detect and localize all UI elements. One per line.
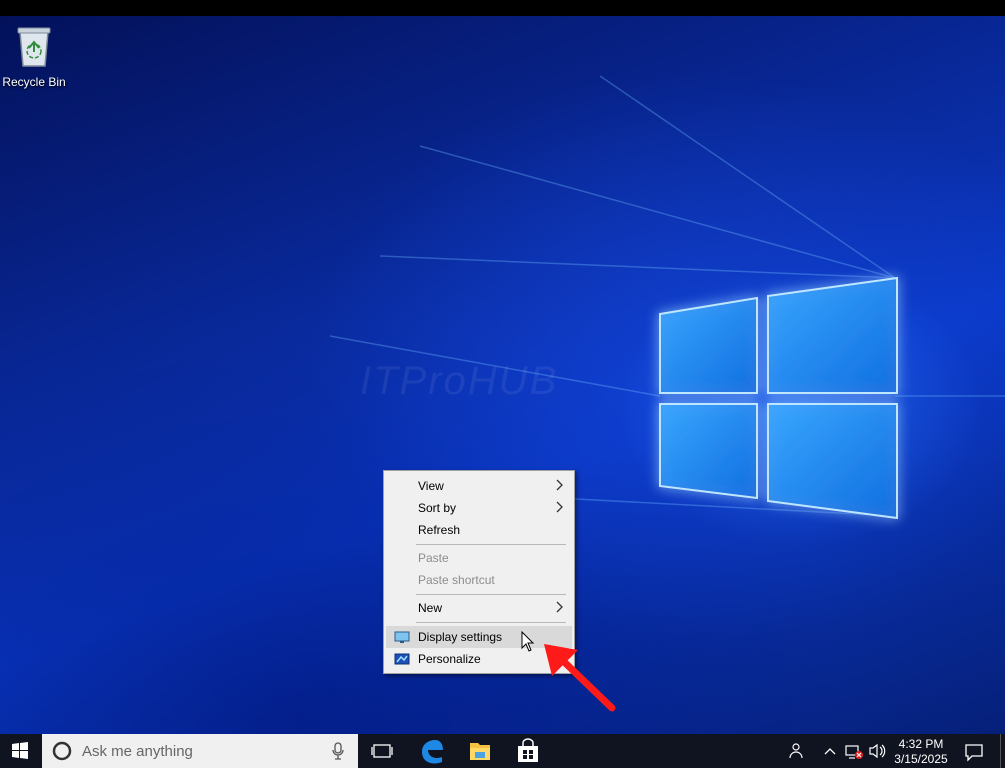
volume-button[interactable] [866, 734, 888, 768]
menu-item-paste-shortcut[interactable]: Paste shortcut [386, 569, 572, 591]
edge-icon [422, 740, 443, 764]
menu-item-label: Personalize [418, 652, 481, 666]
top-black-bar [0, 0, 1005, 16]
network-disconnected-icon [845, 745, 863, 759]
chevron-right-icon [556, 479, 564, 494]
menu-item-sort-by[interactable]: Sort by [386, 497, 572, 519]
edge-button[interactable] [408, 734, 456, 768]
menu-item-label: Paste shortcut [418, 573, 495, 587]
menu-item-view[interactable]: View [386, 475, 572, 497]
store-button[interactable] [504, 734, 552, 768]
menu-item-label: Refresh [418, 523, 461, 537]
recycle-bin-icon [17, 27, 51, 67]
menu-separator [416, 594, 566, 595]
taskbar-clock[interactable]: 4:32 PM 3/15/2025 [888, 737, 954, 767]
menu-separator [416, 622, 566, 623]
clock-time: 4:32 PM [898, 737, 944, 751]
taskbar: Ask me anything 4:32 PM 3/15/2025 [0, 734, 1005, 768]
action-center-button[interactable] [960, 734, 988, 768]
microphone-icon[interactable] [332, 742, 344, 760]
show-hidden-icons-button[interactable] [820, 734, 840, 768]
people-button[interactable] [784, 734, 808, 768]
task-view-icon [371, 744, 393, 758]
menu-item-refresh[interactable]: Refresh [386, 519, 572, 541]
menu-item-label: Display settings [418, 630, 503, 644]
chevron-up-icon [824, 748, 836, 755]
display-icon [394, 630, 410, 647]
windows-start-icon [12, 742, 28, 759]
start-button[interactable] [0, 734, 40, 768]
menu-item-label: New [418, 601, 443, 615]
menu-separator [416, 544, 566, 545]
search-input[interactable]: Ask me anything [82, 743, 193, 760]
menu-item-label: Sort by [418, 501, 457, 515]
task-view-button[interactable] [358, 734, 406, 768]
file-explorer-button[interactable] [456, 734, 504, 768]
clock-date: 3/15/2025 [894, 752, 948, 766]
file-explorer-icon [470, 743, 490, 760]
mouse-pointer-icon [521, 631, 535, 652]
store-icon [518, 738, 538, 762]
wallpaper-watermark: ITProHUB [360, 359, 558, 403]
menu-item-new[interactable]: New [386, 597, 572, 619]
chevron-right-icon [556, 601, 564, 616]
action-center-icon [965, 744, 983, 762]
people-icon [789, 743, 803, 759]
show-desktop-button[interactable] [1000, 734, 1005, 768]
red-annotation-arrow-icon [544, 644, 616, 712]
network-button[interactable] [843, 734, 865, 768]
volume-icon [869, 743, 886, 759]
menu-item-label: Paste [418, 551, 449, 565]
search-box[interactable]: Ask me anything [42, 734, 358, 768]
menu-item-paste[interactable]: Paste [386, 547, 572, 569]
cortana-icon [52, 741, 72, 761]
desktop-icon-label: Recycle Bin [2, 75, 66, 89]
screen: ITProHUB Recycle Bin View Sort by Refres… [0, 0, 1005, 768]
desktop-icon-recycle-bin[interactable]: Recycle Bin [2, 24, 66, 89]
personalize-icon [394, 652, 410, 669]
chevron-right-icon [556, 501, 564, 516]
menu-item-label: View [418, 479, 444, 493]
